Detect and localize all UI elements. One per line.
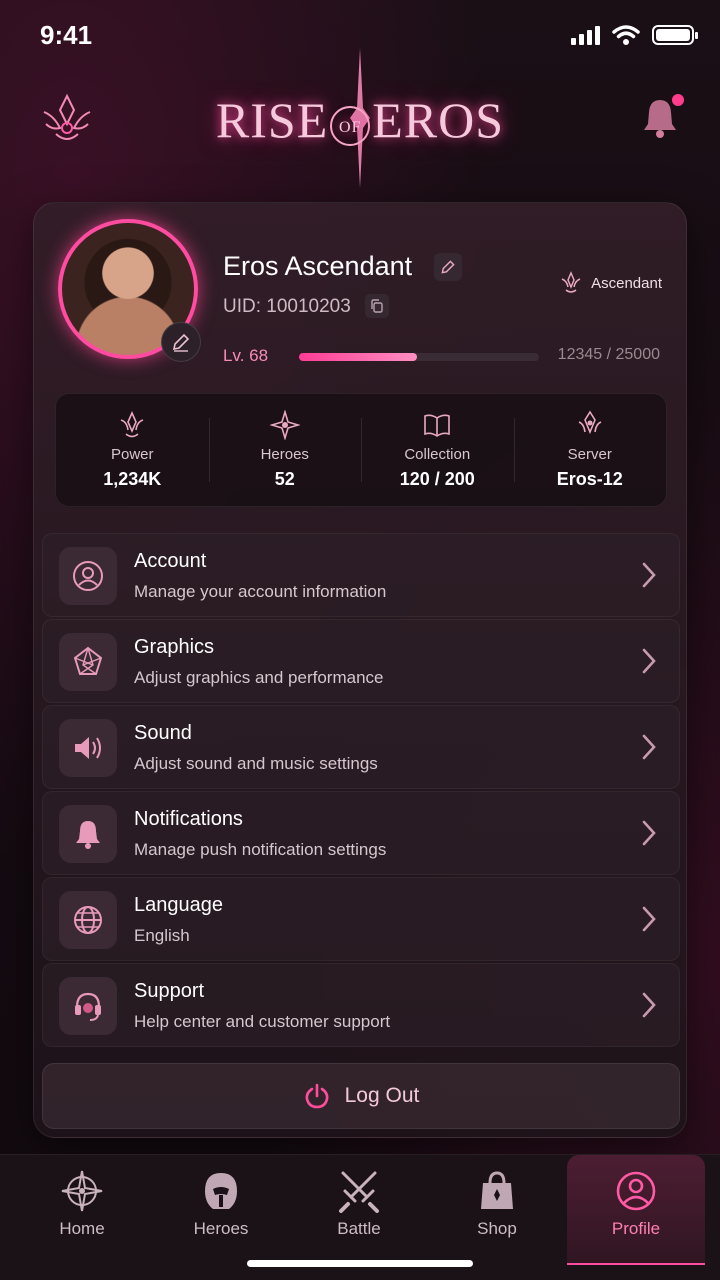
- chevron-right-icon: [642, 906, 656, 932]
- logo-text: RISE OF EROS: [216, 91, 504, 149]
- power-crest-icon: [120, 411, 144, 438]
- tab-profile[interactable]: Profile: [567, 1155, 705, 1265]
- crossed-swords-icon: [339, 1171, 379, 1213]
- power-icon: [305, 1083, 329, 1109]
- stat-collection: Collection 120 / 200: [361, 394, 514, 506]
- xp-progress-bar: [299, 353, 539, 361]
- menu-subtitle: Help center and customer support: [134, 1012, 391, 1031]
- copy-icon: [371, 299, 383, 313]
- tab-home[interactable]: Home: [13, 1155, 151, 1265]
- wifi-icon: [612, 25, 640, 45]
- rank-label: Ascendant: [591, 274, 662, 292]
- top-bar: RISE OF EROS: [0, 48, 720, 200]
- xp-text: 12345 / 25000: [557, 346, 660, 363]
- menu-title: Sound: [134, 722, 192, 744]
- signal-icon: [571, 25, 600, 45]
- pencil-icon: [441, 260, 455, 274]
- menu-title: Notifications: [134, 808, 243, 830]
- status-time: 9:41: [40, 20, 93, 50]
- rank-crest-icon: [561, 271, 581, 293]
- bell-icon: [59, 805, 117, 863]
- menu-item-notifications[interactable]: Notifications Manage push notification s…: [42, 791, 680, 875]
- tab-shop[interactable]: Shop: [428, 1155, 566, 1265]
- chevron-right-icon: [642, 734, 656, 760]
- menu-title: Support: [134, 980, 205, 1002]
- logo-word-rise: RISE: [215, 92, 329, 148]
- chevron-right-icon: [642, 648, 656, 674]
- tab-label: Shop: [477, 1219, 517, 1238]
- tab-label: Home: [59, 1219, 105, 1238]
- menu-subtitle: Manage push notification settings: [134, 840, 387, 859]
- menu-subtitle: Manage your account information: [134, 582, 387, 601]
- game-logo: RISE OF EROS: [200, 48, 520, 190]
- chevron-right-icon: [642, 562, 656, 588]
- menu-title: Graphics: [134, 636, 215, 658]
- account-icon: [59, 547, 117, 605]
- logout-label: Log Out: [344, 1084, 420, 1107]
- stats-panel: Power 1,234K Heroes 52 Collection 120 / …: [55, 393, 667, 507]
- user-name: Eros Ascendant: [223, 251, 413, 281]
- compass-star-icon: [269, 410, 300, 440]
- profile-card: Eros Ascendant UID: 10010203 Ascendant L…: [33, 202, 687, 1138]
- graphics-icon: [59, 633, 117, 691]
- copy-uid-button[interactable]: [365, 294, 389, 318]
- stat-label: Power: [110, 446, 154, 463]
- stat-label: Collection: [404, 446, 471, 463]
- stat-power: Power 1,234K: [56, 394, 209, 506]
- notification-dot: [672, 94, 684, 106]
- stat-server: Server Eros-12: [513, 394, 667, 506]
- sound-icon: [59, 719, 117, 777]
- menu-title: Account: [134, 550, 207, 572]
- tab-heroes[interactable]: Heroes: [152, 1155, 290, 1265]
- tab-label: Heroes: [193, 1219, 249, 1238]
- tab-label: Battle: [337, 1219, 381, 1238]
- logo-word-eros: EROS: [372, 92, 505, 148]
- edit-name-button[interactable]: [434, 253, 462, 281]
- menu-title: Language: [134, 894, 223, 916]
- stat-value: 120 / 200: [399, 469, 475, 489]
- chevron-right-icon: [642, 820, 656, 846]
- menu-subtitle: Adjust sound and music settings: [134, 754, 378, 773]
- tab-battle[interactable]: Battle: [290, 1155, 428, 1265]
- menu-subtitle: English: [134, 926, 190, 945]
- stat-label: Server: [567, 446, 612, 463]
- menu-subtitle: Adjust graphics and performance: [134, 668, 384, 687]
- logout-button[interactable]: Log Out: [42, 1063, 680, 1129]
- tab-label: Profile: [611, 1219, 661, 1238]
- menu-item-language[interactable]: Language English: [42, 877, 680, 961]
- stat-value: Eros-12: [556, 469, 623, 489]
- xp-progress-fill: [299, 353, 417, 361]
- server-crest-icon: [578, 410, 602, 435]
- helmet-icon: [205, 1173, 237, 1209]
- user-id: UID: 10010203: [223, 296, 351, 317]
- book-icon: [424, 414, 451, 437]
- menu-item-graphics[interactable]: Graphics Adjust graphics and performance: [42, 619, 680, 703]
- status-icons: [571, 24, 698, 46]
- headset-icon: [59, 977, 117, 1035]
- stat-value: 1,234K: [103, 469, 162, 489]
- globe-icon: [59, 891, 117, 949]
- guild-emblem-icon[interactable]: [36, 90, 98, 152]
- battery-icon: [652, 25, 698, 45]
- stat-heroes: Heroes 52: [208, 394, 362, 506]
- notifications-button[interactable]: [640, 94, 684, 140]
- settings-menu: Account Manage your account information …: [42, 533, 680, 1049]
- stat-label: Heroes: [260, 446, 309, 463]
- profile-icon: [616, 1171, 656, 1211]
- level-label: Lv. 68: [223, 346, 269, 365]
- stat-value: 52: [274, 469, 295, 489]
- menu-item-account[interactable]: Account Manage your account information: [42, 533, 680, 617]
- shop-bag-icon: [481, 1171, 513, 1209]
- home-indicator[interactable]: [247, 1260, 473, 1267]
- edit-avatar-button[interactable]: [161, 322, 201, 362]
- pencil-icon: [172, 333, 190, 352]
- compass-icon: [61, 1170, 103, 1212]
- chevron-right-icon: [642, 992, 656, 1018]
- logo-word-of: OF: [330, 105, 371, 146]
- menu-item-support[interactable]: Support Help center and customer support: [42, 963, 680, 1047]
- rank-badge: Ascendant: [559, 271, 662, 295]
- menu-item-sound[interactable]: Sound Adjust sound and music settings: [42, 705, 680, 789]
